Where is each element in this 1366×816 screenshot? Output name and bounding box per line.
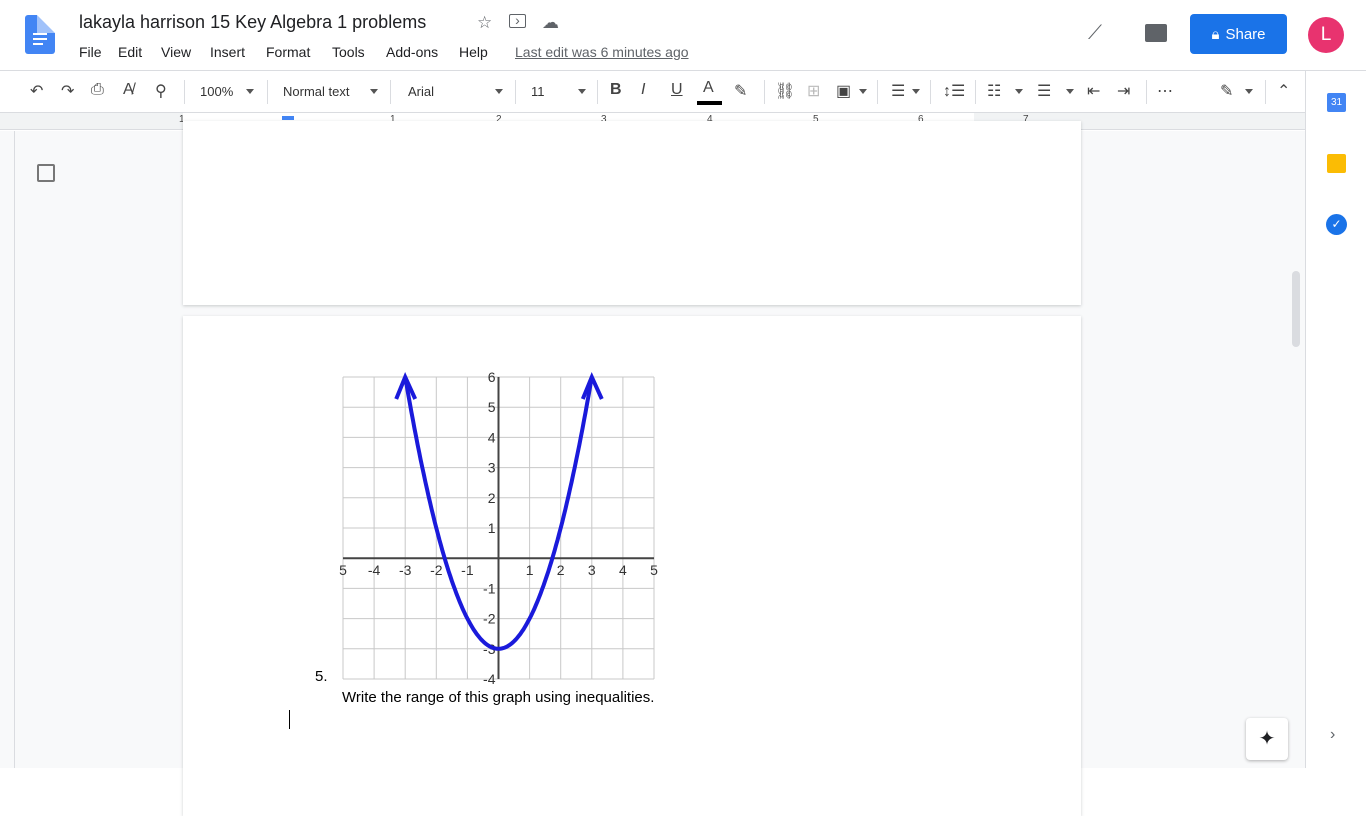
x-tick-label: 5 <box>650 562 658 578</box>
keep-icon[interactable] <box>1327 154 1346 173</box>
document-outline-icon[interactable] <box>37 164 55 182</box>
y-tick-label: -1 <box>483 580 496 596</box>
tasks-icon[interactable]: ✓ <box>1326 214 1347 235</box>
increase-indent-icon[interactable]: ⇥ <box>1117 81 1130 101</box>
x-tick-label: 3 <box>588 562 596 578</box>
editing-mode-icon[interactable]: ✎ <box>1220 81 1233 101</box>
menu-file[interactable]: File <box>79 44 102 60</box>
menu-help[interactable]: Help <box>459 44 488 60</box>
bold-icon[interactable]: B <box>610 81 622 99</box>
lock-icon: 🔒︎ <box>1211 25 1220 43</box>
font-size-select[interactable]: 11 <box>531 84 545 99</box>
zoom-select[interactable]: 100% <box>200 84 233 99</box>
vertical-ruler[interactable] <box>0 131 15 768</box>
text-cursor <box>289 710 290 729</box>
last-edit-link[interactable]: Last edit was 6 minutes ago <box>515 44 689 60</box>
menu-edit[interactable]: Edit <box>118 44 142 60</box>
y-tick-label: 4 <box>488 429 496 445</box>
first-line-indent-handle[interactable] <box>282 116 294 120</box>
menu-format[interactable]: Format <box>266 44 310 60</box>
font-select[interactable]: Arial <box>408 84 434 99</box>
parabola-graph-image[interactable]: 5 -4 -3 -2 -1 1 2 3 4 5654321-1-2-3-4 <box>338 371 668 686</box>
x-tick-label: 1 <box>526 562 534 578</box>
align-icon[interactable]: ☰ <box>891 81 905 101</box>
paint-format-icon[interactable]: ⚲ <box>155 81 167 101</box>
scrollbar-thumb[interactable] <box>1292 271 1300 347</box>
x-tick-label: -4 <box>368 562 381 578</box>
x-tick-label: -1 <box>461 562 474 578</box>
x-tick-label: 2 <box>557 562 565 578</box>
question-text[interactable]: Write the range of this graph using ineq… <box>342 689 654 706</box>
y-tick-label: -4 <box>483 671 496 686</box>
underline-icon[interactable]: U <box>671 81 683 99</box>
move-folder-icon[interactable]: › <box>509 13 526 28</box>
y-tick-label: -2 <box>483 611 496 627</box>
activity-trend-icon[interactable]: ⟋ <box>1088 22 1102 45</box>
explore-button[interactable]: ✦ <box>1246 718 1288 760</box>
x-tick-label: -3 <box>399 562 412 578</box>
insert-image-icon[interactable]: ▣ <box>836 81 851 101</box>
menu-addons[interactable]: Add-ons <box>386 44 438 60</box>
document-title[interactable]: lakayla harrison 15 Key Algebra 1 proble… <box>79 12 426 33</box>
spellcheck-icon[interactable]: A̸ <box>123 81 134 99</box>
side-panel: 31 ✓ › <box>1305 71 1366 768</box>
decrease-indent-icon[interactable]: ⇤ <box>1087 81 1100 101</box>
menu-tools[interactable]: Tools <box>332 44 365 60</box>
italic-icon[interactable]: I <box>641 81 645 99</box>
text-color-icon[interactable]: A <box>703 79 714 97</box>
avatar[interactable]: L <box>1308 17 1344 53</box>
calendar-icon[interactable]: 31 <box>1327 93 1346 112</box>
add-comment-icon[interactable]: ⊞ <box>807 81 820 101</box>
numbered-list-icon[interactable]: ☷ <box>987 81 1001 101</box>
collapse-icon[interactable]: ⌃ <box>1277 81 1290 101</box>
line-spacing-icon[interactable]: ↕☰ <box>943 81 965 101</box>
y-tick-label: 3 <box>488 460 496 476</box>
page-1 <box>183 121 1081 305</box>
more-icon[interactable]: ⋯ <box>1157 81 1173 101</box>
link-icon[interactable]: ⛓ <box>775 81 795 101</box>
redo-icon[interactable]: ↷ <box>61 81 74 101</box>
expand-side-panel-icon[interactable]: › <box>1330 726 1335 744</box>
bulleted-list-icon[interactable]: ☰ <box>1037 81 1051 101</box>
top-bar: lakayla harrison 15 Key Algebra 1 proble… <box>0 0 1366 71</box>
cloud-status-icon[interactable]: ☁ <box>542 13 559 33</box>
undo-icon[interactable]: ↶ <box>30 81 43 101</box>
comments-icon[interactable] <box>1145 24 1167 42</box>
star-icon[interactable]: ☆ <box>477 13 492 33</box>
y-tick-label: 1 <box>488 520 496 536</box>
y-tick-label: 5 <box>488 399 496 415</box>
page-2: 5 -4 -3 -2 -1 1 2 3 4 5 6 5 4 3 2 1 -1 -2 -3 -4 5. Write th… <box>183 316 1081 816</box>
share-button[interactable]: 🔒︎ Share <box>1190 14 1287 54</box>
document-canvas: 5 -4 -3 -2 -1 1 2 3 4 5 6 5 4 3 2 1 -1 -2 -3 -4 5. Write th… <box>15 121 1305 816</box>
x-tick-label: -2 <box>430 562 443 578</box>
menu-view[interactable]: View <box>161 44 191 60</box>
menu-insert[interactable]: Insert <box>210 44 245 60</box>
docs-logo-icon[interactable] <box>25 15 55 54</box>
x-tick-label: 5 <box>339 562 347 578</box>
x-tick-label: 4 <box>619 562 627 578</box>
highlight-icon[interactable]: ✎ <box>734 81 747 101</box>
y-tick-label: 6 <box>488 371 496 385</box>
y-tick-label: 2 <box>488 490 496 506</box>
toolbar: ↶ ↷ ⎙ A̸ ⚲ 100% Normal text Arial 11 B I… <box>0 71 1305 113</box>
list-number: 5. <box>315 668 328 685</box>
print-icon[interactable]: ⎙ <box>91 81 104 99</box>
style-select[interactable]: Normal text <box>283 84 349 99</box>
